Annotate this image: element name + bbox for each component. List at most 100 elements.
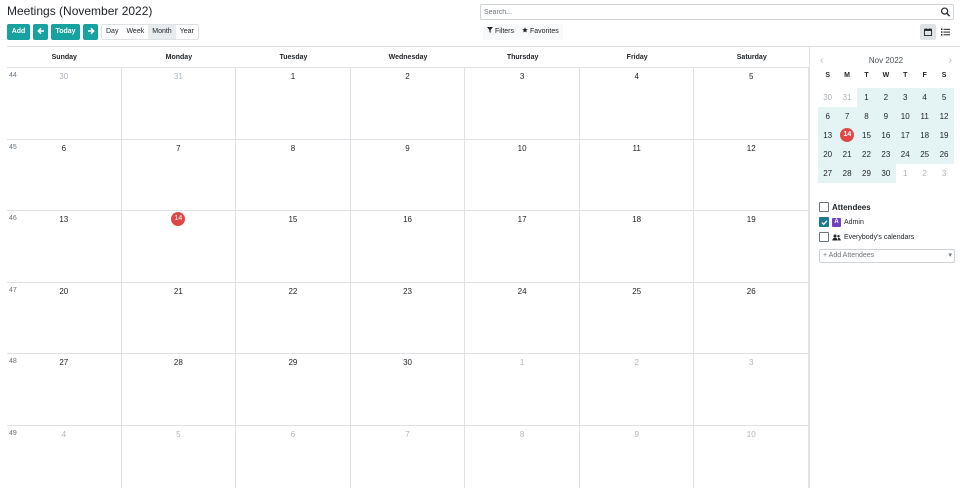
mini-day[interactable]: 13 xyxy=(818,126,838,145)
mini-day[interactable]: 25 xyxy=(914,145,935,164)
calendar-day-cell[interactable]: 29 xyxy=(236,354,351,425)
calendar-day-cell[interactable]: 25 xyxy=(579,282,695,353)
calendar-day-cell[interactable]: 1414 xyxy=(121,211,237,282)
mini-day[interactable]: 12 xyxy=(934,107,954,126)
mini-day[interactable]: 16 xyxy=(876,126,896,145)
mini-day[interactable]: 18 xyxy=(914,126,935,145)
calendar-day-cell[interactable]: 5 xyxy=(694,68,810,139)
mini-day[interactable]: 1 xyxy=(896,164,915,183)
mini-day[interactable]: 20 xyxy=(818,145,838,164)
calendar-day-cell[interactable]: 16 xyxy=(350,211,466,282)
previous-button[interactable] xyxy=(33,24,48,40)
calendar-day-cell[interactable]: 10 xyxy=(694,425,810,488)
calendar-day-cell[interactable]: 2 xyxy=(350,68,466,139)
calendar-day-cell[interactable]: 8 xyxy=(236,139,351,210)
calendar-day-cell[interactable]: 8 xyxy=(465,425,580,488)
calendar-day-cell[interactable]: 18 xyxy=(579,211,695,282)
calendar-day-cell[interactable]: 26 xyxy=(694,282,810,353)
mini-next-month-button[interactable]: › xyxy=(949,55,952,67)
mini-day[interactable]: 17 xyxy=(895,126,915,145)
mini-day[interactable]: 30 xyxy=(876,164,896,183)
mini-day[interactable]: 9 xyxy=(876,107,896,126)
mini-day[interactable]: 30 xyxy=(818,88,837,107)
add-button[interactable]: Add xyxy=(7,24,30,40)
calendar-day-cell[interactable]: 21 xyxy=(121,282,237,353)
search-input[interactable] xyxy=(481,5,921,19)
mini-day[interactable]: 15 xyxy=(856,126,877,145)
mini-day[interactable]: 7 xyxy=(837,107,857,126)
calendar-day-cell[interactable]: 2 xyxy=(579,354,695,425)
mini-day[interactable]: 21 xyxy=(837,145,857,164)
mini-prev-month-button[interactable]: ‹ xyxy=(820,55,823,67)
calendar-day-cell[interactable]: 44 30 xyxy=(7,68,122,139)
mini-day[interactable]: 3 xyxy=(895,88,915,107)
calendar-day-cell[interactable]: 48 27 xyxy=(7,354,122,425)
mini-day[interactable]: 26 xyxy=(934,145,954,164)
calendar-day-cell[interactable]: 11 xyxy=(579,139,695,210)
mini-day[interactable]: 29 xyxy=(856,164,877,183)
admin-checkbox[interactable] xyxy=(819,217,829,227)
calendar-day-cell[interactable]: 7 xyxy=(350,425,466,488)
mini-day[interactable]: 2 xyxy=(915,164,934,183)
filters-button[interactable]: Filters xyxy=(483,24,519,40)
mini-day[interactable]: 3 xyxy=(934,164,953,183)
search-bar[interactable] xyxy=(480,4,954,20)
calendar-day-cell[interactable]: 5 xyxy=(121,425,237,488)
attendees-checkbox[interactable] xyxy=(819,202,829,212)
calendar-day-cell[interactable]: 46 13 xyxy=(7,211,122,282)
mini-day[interactable]: 8 xyxy=(856,107,877,126)
mini-day[interactable]: 1 xyxy=(856,88,877,107)
mini-day[interactable]: 23 xyxy=(876,145,896,164)
calendar-day-cell[interactable]: 19 xyxy=(694,211,810,282)
mini-day[interactable]: 6 xyxy=(818,107,838,126)
scale-day[interactable]: Day xyxy=(102,25,122,39)
mini-day[interactable]: 19 xyxy=(934,126,954,145)
calendar-day-cell[interactable]: 23 xyxy=(350,282,466,353)
everybody-checkbox[interactable] xyxy=(819,232,829,242)
next-button[interactable] xyxy=(83,24,98,40)
calendar-day-cell[interactable]: 49 4 xyxy=(7,425,122,488)
mini-day[interactable]: 5 xyxy=(934,88,954,107)
scale-year[interactable]: Year xyxy=(176,25,198,39)
attendees-toggle-all[interactable]: Attendees xyxy=(819,200,959,214)
calendar-day-cell[interactable]: 17 xyxy=(465,211,580,282)
attendee-admin[interactable]: A Admin xyxy=(819,215,959,229)
calendar-day-cell[interactable]: 47 20 xyxy=(7,282,122,353)
calendar-day-cell[interactable]: 6 xyxy=(236,425,351,488)
mini-day[interactable]: 4 xyxy=(914,88,935,107)
calendar-day-cell[interactable]: 15 xyxy=(236,211,351,282)
mini-day[interactable]: 10 xyxy=(895,107,915,126)
add-attendees-field[interactable]: + Add Attendees ▾ xyxy=(819,249,955,263)
calendar-day-cell[interactable]: 45 6 xyxy=(7,139,122,210)
mini-day[interactable]: 27 xyxy=(818,164,838,183)
mini-day[interactable]: 14 xyxy=(837,126,857,145)
calendar-day-cell[interactable]: 3 xyxy=(465,68,580,139)
today-button[interactable]: Today xyxy=(51,24,80,40)
calendar-day-cell[interactable]: 12 xyxy=(694,139,810,210)
calendar-day-cell[interactable]: 22 xyxy=(236,282,351,353)
calendar-day-cell[interactable]: 24 xyxy=(465,282,580,353)
calendar-day-cell[interactable]: 28 xyxy=(121,354,237,425)
scale-month[interactable]: Month xyxy=(148,25,176,39)
calendar-day-cell[interactable]: 7 xyxy=(121,139,237,210)
calendar-day-cell[interactable]: 3 xyxy=(694,354,810,425)
calendar-day-cell[interactable]: 9 xyxy=(350,139,466,210)
favorites-button[interactable]: Favorites xyxy=(518,24,563,40)
calendar-day-cell[interactable]: 1 xyxy=(236,68,351,139)
calendar-day-cell[interactable]: 9 xyxy=(579,425,695,488)
mini-day[interactable]: 22 xyxy=(856,145,877,164)
calendar-view-button[interactable] xyxy=(920,24,936,40)
mini-day[interactable]: 2 xyxy=(876,88,896,107)
search-icon[interactable] xyxy=(940,6,951,18)
mini-day[interactable]: 28 xyxy=(837,164,857,183)
calendar-day-cell[interactable]: 4 xyxy=(579,68,695,139)
attendee-everybody[interactable]: Everybody's calendars xyxy=(819,230,959,244)
calendar-day-cell[interactable]: 10 xyxy=(465,139,580,210)
mini-day[interactable]: 31 xyxy=(837,88,856,107)
calendar-day-cell[interactable]: 30 xyxy=(350,354,466,425)
scale-week[interactable]: Week xyxy=(122,25,148,39)
calendar-day-cell[interactable]: 31 xyxy=(121,68,237,139)
list-view-button[interactable] xyxy=(937,24,953,40)
mini-day[interactable]: 11 xyxy=(914,107,935,126)
mini-day[interactable]: 24 xyxy=(895,145,915,164)
